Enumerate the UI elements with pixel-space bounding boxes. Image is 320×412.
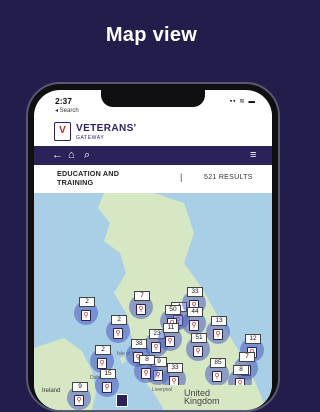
cluster-marker[interactable]: 13 ⚲ bbox=[206, 316, 230, 344]
cluster-marker[interactable]: 33 ⚲ bbox=[162, 363, 186, 385]
cluster-count: 44 bbox=[187, 307, 203, 317]
cluster-marker[interactable]: 44 ⚲ bbox=[182, 307, 206, 335]
brand-subtitle: GATEWAY bbox=[76, 135, 105, 141]
search-icon[interactable]: ⌕ bbox=[84, 148, 90, 162]
cluster-marker[interactable]: 85 ⚲ bbox=[205, 358, 229, 385]
results-filter-bar: EDUCATION AND TRAINING | 521 RESULTS bbox=[34, 165, 272, 194]
cluster-pin-icon: ⚲ bbox=[165, 336, 175, 347]
cluster-pin-icon: ⚲ bbox=[141, 368, 151, 379]
cluster-count: 8 bbox=[233, 365, 249, 375]
brand-header: V VETERANS' GATEWAY bbox=[34, 118, 272, 147]
map-lower-clusters: 33⚲ 50⚲ 44⚲ 11⚲ 13⚲ 51⚲ 12⚲ 8⚲ 33⚲ 85⚲ 7… bbox=[34, 193, 272, 385]
cluster-pin-icon: ⚲ bbox=[74, 395, 84, 406]
menu-icon[interactable]: ≡ bbox=[250, 148, 256, 162]
cluster-pin-icon: ⚲ bbox=[193, 346, 203, 357]
map-label-liverpool: Liverpool bbox=[152, 387, 173, 393]
map-label-united-kingdom: United Kingdom bbox=[184, 388, 220, 406]
category-filter[interactable]: EDUCATION AND TRAINING bbox=[57, 169, 147, 187]
cluster-marker[interactable]: 8 ⚲ bbox=[228, 365, 252, 385]
back-to-search-link[interactable]: ◂ Search bbox=[55, 107, 79, 114]
cluster-count: 33 bbox=[167, 363, 183, 373]
cluster-pin-icon: ⚲ bbox=[235, 378, 245, 385]
cluster-count: 50 bbox=[165, 305, 181, 315]
cluster-marker[interactable]: 8 ⚲ bbox=[134, 355, 158, 383]
cluster-count: 51 bbox=[191, 333, 207, 343]
cluster-pin-icon: ⚲ bbox=[213, 329, 223, 340]
status-time: 2:37 bbox=[55, 96, 73, 106]
cluster-count: 11 bbox=[163, 323, 179, 333]
brand-name: VETERANS' bbox=[76, 123, 137, 134]
cluster-count: 12 bbox=[245, 334, 261, 344]
phone-notch bbox=[101, 90, 205, 107]
home-icon[interactable]: ⌂ bbox=[68, 148, 75, 162]
back-arrow-icon[interactable]: ← bbox=[52, 148, 63, 162]
map-label-ireland: Ireland bbox=[42, 388, 61, 394]
cluster-count: 85 bbox=[210, 358, 226, 368]
cluster-marker[interactable]: 51 ⚲ bbox=[186, 333, 210, 361]
cluster-marker[interactable]: 11 ⚲ bbox=[158, 323, 182, 351]
veterans-gateway-logo-icon[interactable]: V bbox=[54, 122, 71, 141]
cluster-pin-icon: ⚲ bbox=[169, 376, 179, 385]
cluster-pin-icon: ⚲ bbox=[212, 371, 222, 382]
cluster-count: 7 bbox=[239, 352, 255, 362]
cluster-count: 13 bbox=[211, 316, 227, 326]
filter-divider: | bbox=[180, 172, 183, 182]
location-pin[interactable] bbox=[116, 394, 128, 407]
nav-bar: ← ⌂ ⌕ ≡ bbox=[34, 146, 272, 165]
united-kingdom-label-text: United Kingdom bbox=[184, 388, 220, 406]
cluster-count: 8 bbox=[139, 355, 155, 365]
page-title: Map view bbox=[105, 24, 198, 46]
cluster-count: 33 bbox=[187, 287, 203, 297]
system-status-icons: ▪▪ ≋ ▬ bbox=[229, 98, 256, 105]
cluster-pin-icon: ⚲ bbox=[189, 320, 199, 331]
results-count: 521 RESULTS bbox=[204, 174, 253, 181]
cluster-marker[interactable]: 9 ⚲ bbox=[67, 382, 91, 410]
